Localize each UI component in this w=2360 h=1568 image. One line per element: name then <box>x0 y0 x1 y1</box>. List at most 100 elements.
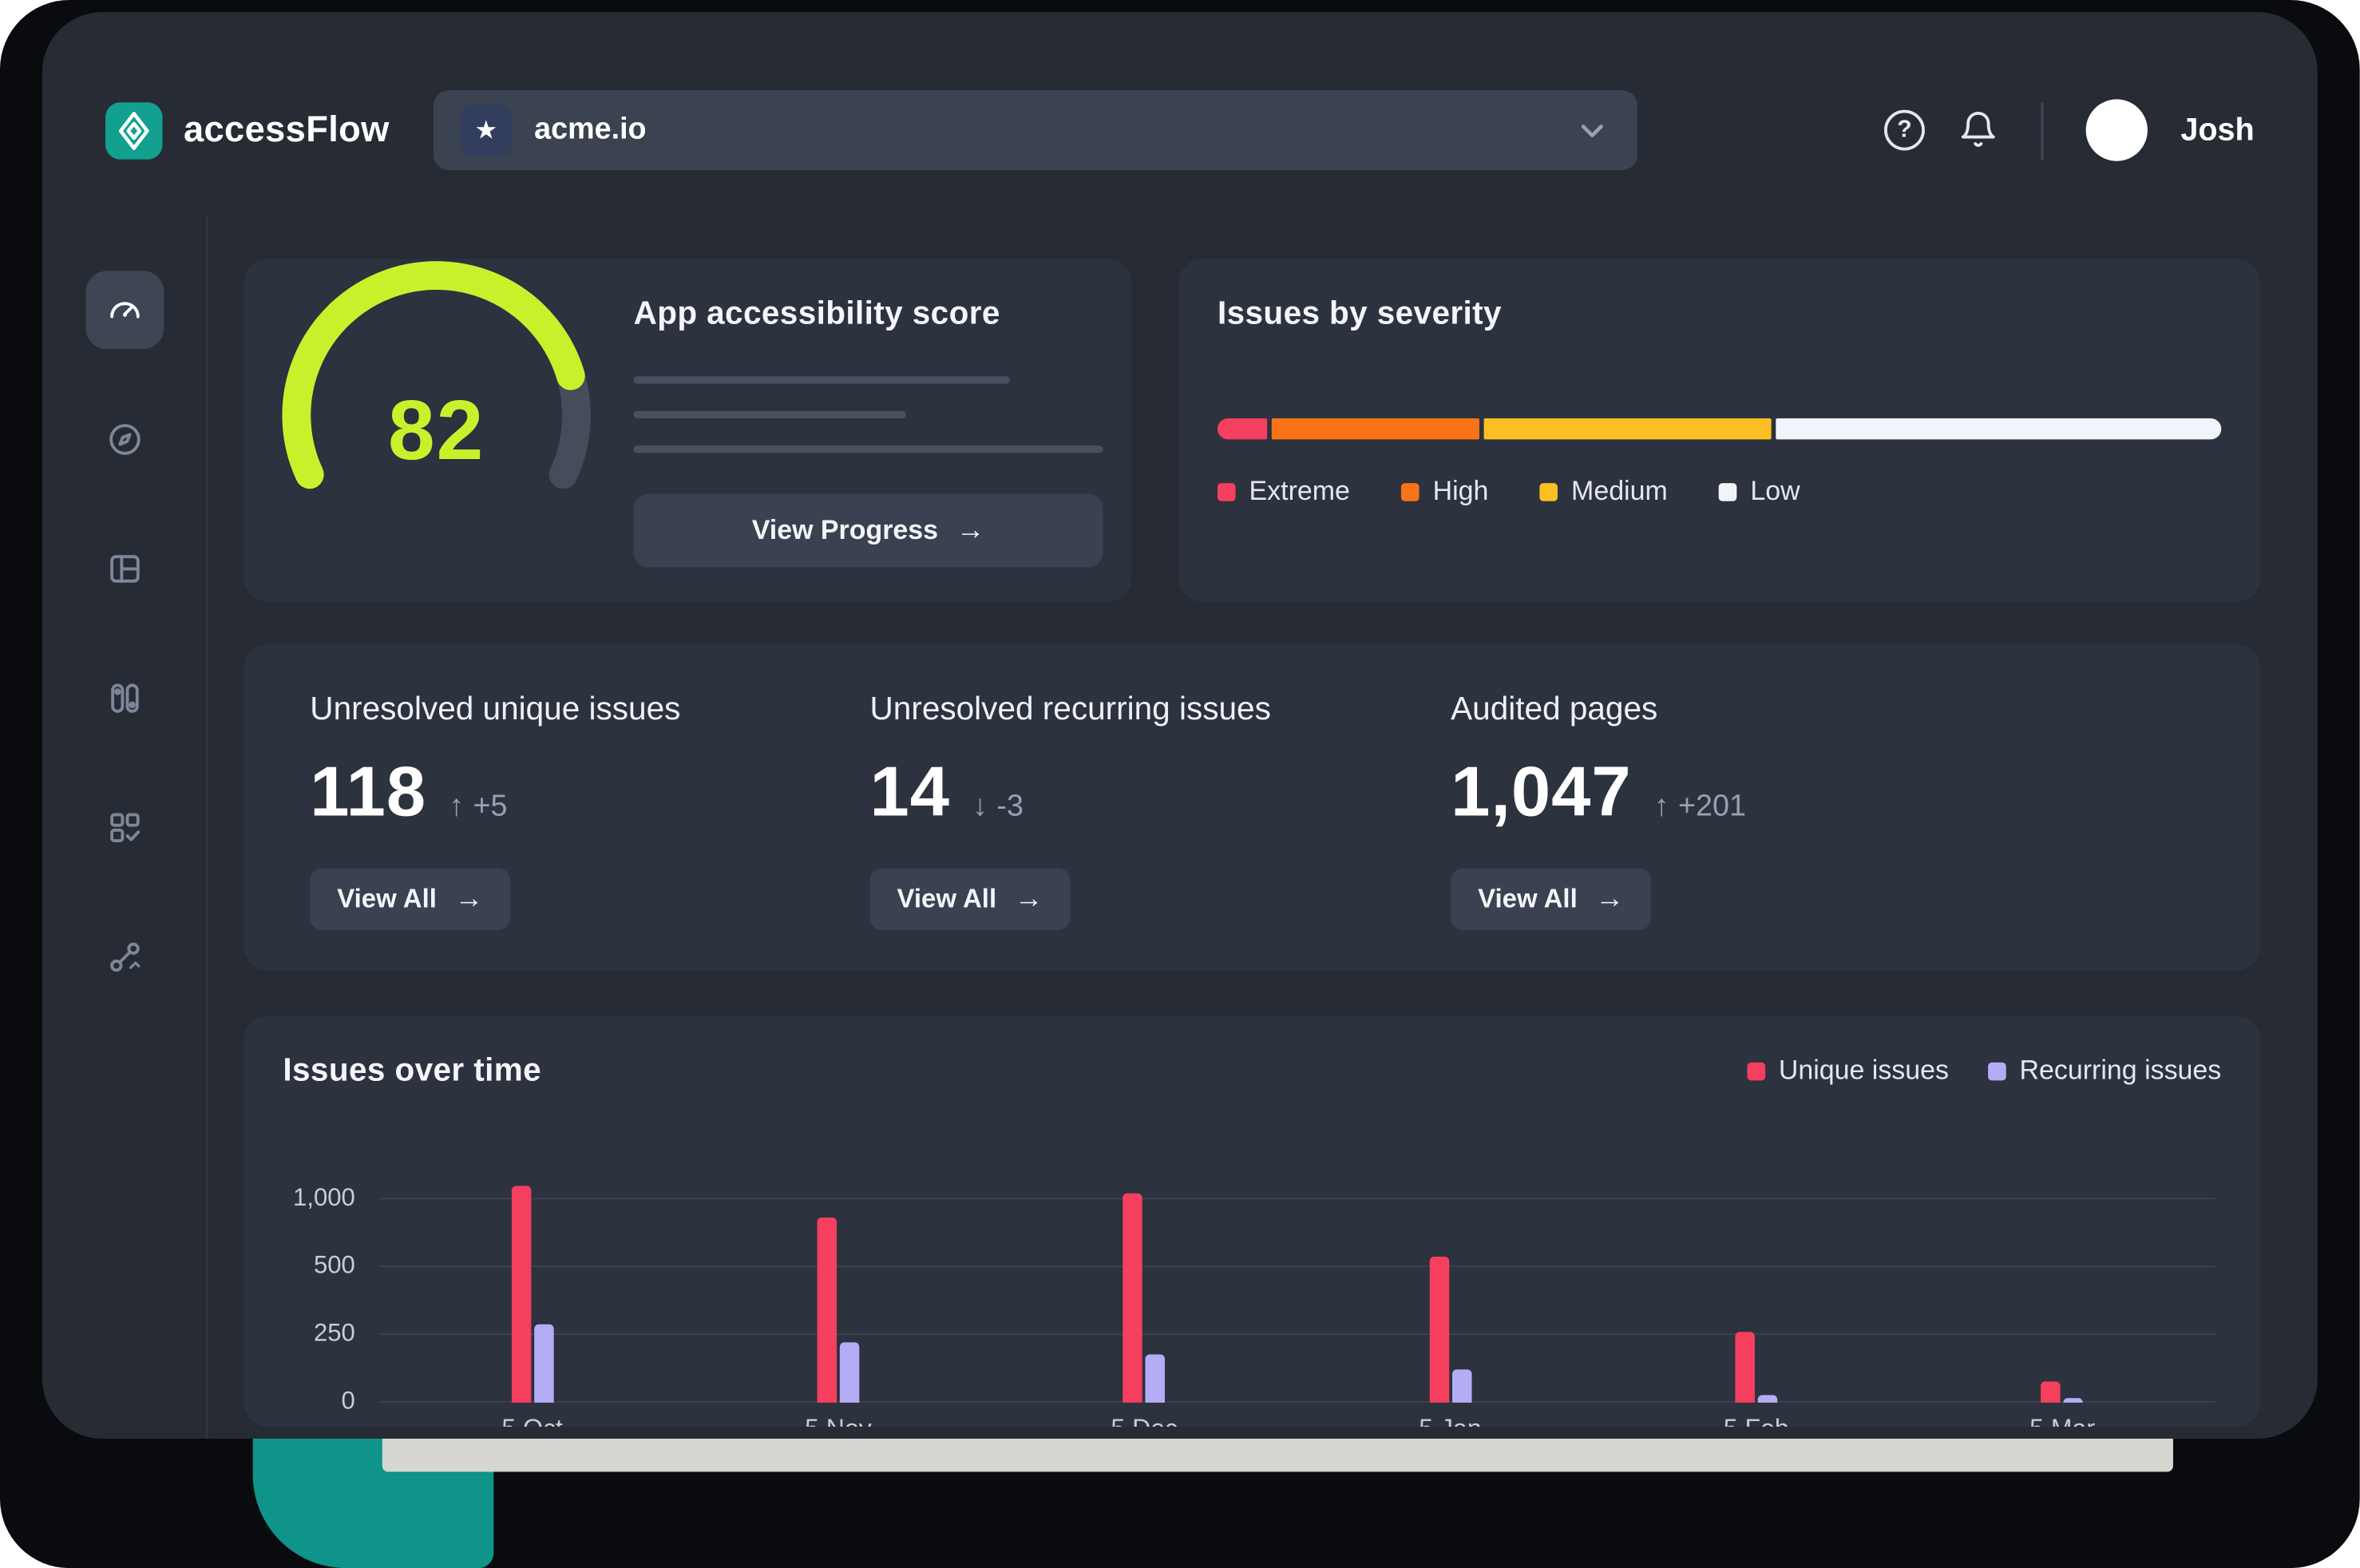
arrow-right-icon: → <box>455 883 484 916</box>
project-star-icon: ★ <box>461 105 512 156</box>
legend-item-unique-issues: Unique issues <box>1747 1055 1949 1087</box>
chart-gridline <box>379 1333 2215 1335</box>
legend-item-high: High <box>1401 476 1488 508</box>
gauge-icon <box>105 291 144 330</box>
legend-item-medium: Medium <box>1539 476 1667 508</box>
chart-plot: 02505001,0005 Oct5 Nov5 Dec5 Jan5 Feb5 M… <box>379 1141 2215 1403</box>
arrow-up-icon: ↑ <box>1654 790 1669 825</box>
sidebar-item-dashboard[interactable] <box>85 271 164 349</box>
severity-card-title: Issues by severity <box>1218 295 2221 332</box>
view-all-label: View All <box>1478 883 1578 915</box>
topbar-right: ? Josh <box>1884 99 2255 160</box>
top-cards-row: 82 App accessibility score View Progress… <box>244 259 2260 602</box>
stat-value: 118 <box>310 750 426 833</box>
main-content: 82 App accessibility score View Progress… <box>208 216 2318 1439</box>
severity-segment-low <box>1776 418 2221 439</box>
chart-x-tick-label: 5 Mar <box>2029 1415 2095 1427</box>
user-avatar[interactable] <box>2086 99 2148 160</box>
severity-legend: Extreme High Medium <box>1218 476 2221 508</box>
legend-dot-high <box>1401 482 1420 501</box>
stats-card: Unresolved unique issues 118 ↑ +5 View A… <box>244 644 2260 971</box>
stat-label: Unresolved recurring issues <box>870 691 1271 728</box>
project-select[interactable]: ★ acme.io <box>434 90 1637 170</box>
stat-unresolved-unique: Unresolved unique issues 118 ↑ +5 View A… <box>310 691 680 930</box>
arrow-up-icon: ↑ <box>449 790 464 825</box>
legend-dot-low <box>1719 482 1737 501</box>
app-window: accessFlow ★ acme.io ? <box>42 12 2318 1439</box>
chart-x-tick-label: 5 Oct <box>501 1415 563 1427</box>
screenshot-stage: accessFlow ★ acme.io ? <box>0 0 2360 1568</box>
legend-dot-extreme <box>1218 482 1236 501</box>
chart-title: Issues over time <box>283 1052 541 1090</box>
view-progress-label: View Progress <box>752 515 938 547</box>
legend-label-medium: Medium <box>1571 476 1668 508</box>
chart-y-tick-label: 1,000 <box>293 1184 355 1213</box>
notifications-bell-icon[interactable] <box>1958 110 1998 151</box>
recurring-issues-bar-5-dec <box>1146 1354 1166 1403</box>
brand: accessFlow <box>105 101 390 159</box>
arrow-right-icon: → <box>956 514 985 547</box>
accessibility-score-card: 82 App accessibility score View Progress… <box>244 259 1131 602</box>
compass-icon <box>105 420 144 459</box>
severity-segment-high <box>1272 418 1479 439</box>
chart-gridline <box>379 1401 2215 1403</box>
stat-delta: ↓ -3 <box>972 790 1024 825</box>
unique-issues-bar-5-dec <box>1123 1194 1143 1403</box>
issues-over-time-card: Issues over time Unique issues Recurring… <box>244 1016 2260 1427</box>
chart-header: Issues over time Unique issues Recurring… <box>283 1052 2221 1090</box>
chart-x-tick-label: 5 Jan <box>1419 1415 1481 1427</box>
stat-label: Audited pages <box>1451 691 1746 728</box>
recurring-issues-bar-5-nov <box>840 1343 860 1403</box>
arrow-right-icon: → <box>1015 883 1043 916</box>
view-all-pages-button[interactable]: View All → <box>1451 869 1651 930</box>
score-gauge: 82 <box>271 253 602 584</box>
arrow-right-icon: → <box>1595 883 1624 916</box>
legend-label-low: Low <box>1750 476 1800 508</box>
stat-label: Unresolved unique issues <box>310 691 680 728</box>
chevron-down-icon <box>1574 112 1610 148</box>
sidebar-item-audits[interactable] <box>85 659 164 738</box>
severity-segment-medium <box>1484 418 1772 439</box>
sidebar-item-pages[interactable] <box>85 530 164 608</box>
stat-delta-value: +201 <box>1678 790 1746 825</box>
sidebar <box>42 216 208 1439</box>
skeleton-line <box>634 445 1103 453</box>
severity-segment-extreme <box>1218 418 1267 439</box>
score-value: 82 <box>271 253 602 584</box>
chart-y-tick-label: 0 <box>342 1388 355 1416</box>
view-all-unique-button[interactable]: View All → <box>310 869 510 930</box>
chart-y-tick-label: 250 <box>314 1320 355 1348</box>
severity-stacked-bar <box>1218 418 2221 439</box>
stat-delta-value: -3 <box>996 790 1024 825</box>
chart-gridline <box>379 1198 2215 1199</box>
legend-dot-medium <box>1539 482 1558 501</box>
legend-item-recurring-issues: Recurring issues <box>1988 1055 2221 1087</box>
chart-gridline <box>379 1265 2215 1267</box>
legend-label-unique: Unique issues <box>1779 1055 1949 1087</box>
chart-y-tick-label: 500 <box>314 1252 355 1281</box>
view-all-recurring-button[interactable]: View All → <box>870 869 1071 930</box>
sidebar-item-checks[interactable] <box>85 789 164 867</box>
unique-issues-bar-5-jan <box>1429 1257 1449 1402</box>
issues-by-severity-card: Issues by severity Extreme <box>1178 259 2260 602</box>
skeleton-line <box>634 376 1010 383</box>
chart-legend: Unique issues Recurring issues <box>1747 1055 2221 1087</box>
sliders-icon <box>105 679 144 718</box>
unique-issues-bar-5-oct <box>511 1186 531 1402</box>
score-card-title: App accessibility score <box>634 295 1103 332</box>
layout-icon <box>105 549 144 588</box>
sidebar-item-integrations[interactable] <box>85 918 164 996</box>
topbar: accessFlow ★ acme.io ? <box>42 12 2318 215</box>
stat-value: 14 <box>870 750 950 833</box>
stat-value: 1,047 <box>1451 750 1631 833</box>
view-progress-button[interactable]: View Progress → <box>634 493 1103 567</box>
sidebar-item-explore[interactable] <box>85 400 164 478</box>
brand-name: accessFlow <box>184 109 390 152</box>
legend-label-high: High <box>1433 476 1489 508</box>
view-all-label: View All <box>897 883 996 915</box>
legend-label-recurring: Recurring issues <box>2020 1055 2222 1087</box>
help-icon[interactable]: ? <box>1884 110 1925 151</box>
recurring-issues-bar-5-feb <box>1758 1395 1778 1403</box>
unique-issues-bar-5-mar <box>2041 1381 2061 1403</box>
unique-issues-bar-5-feb <box>1735 1332 1755 1403</box>
